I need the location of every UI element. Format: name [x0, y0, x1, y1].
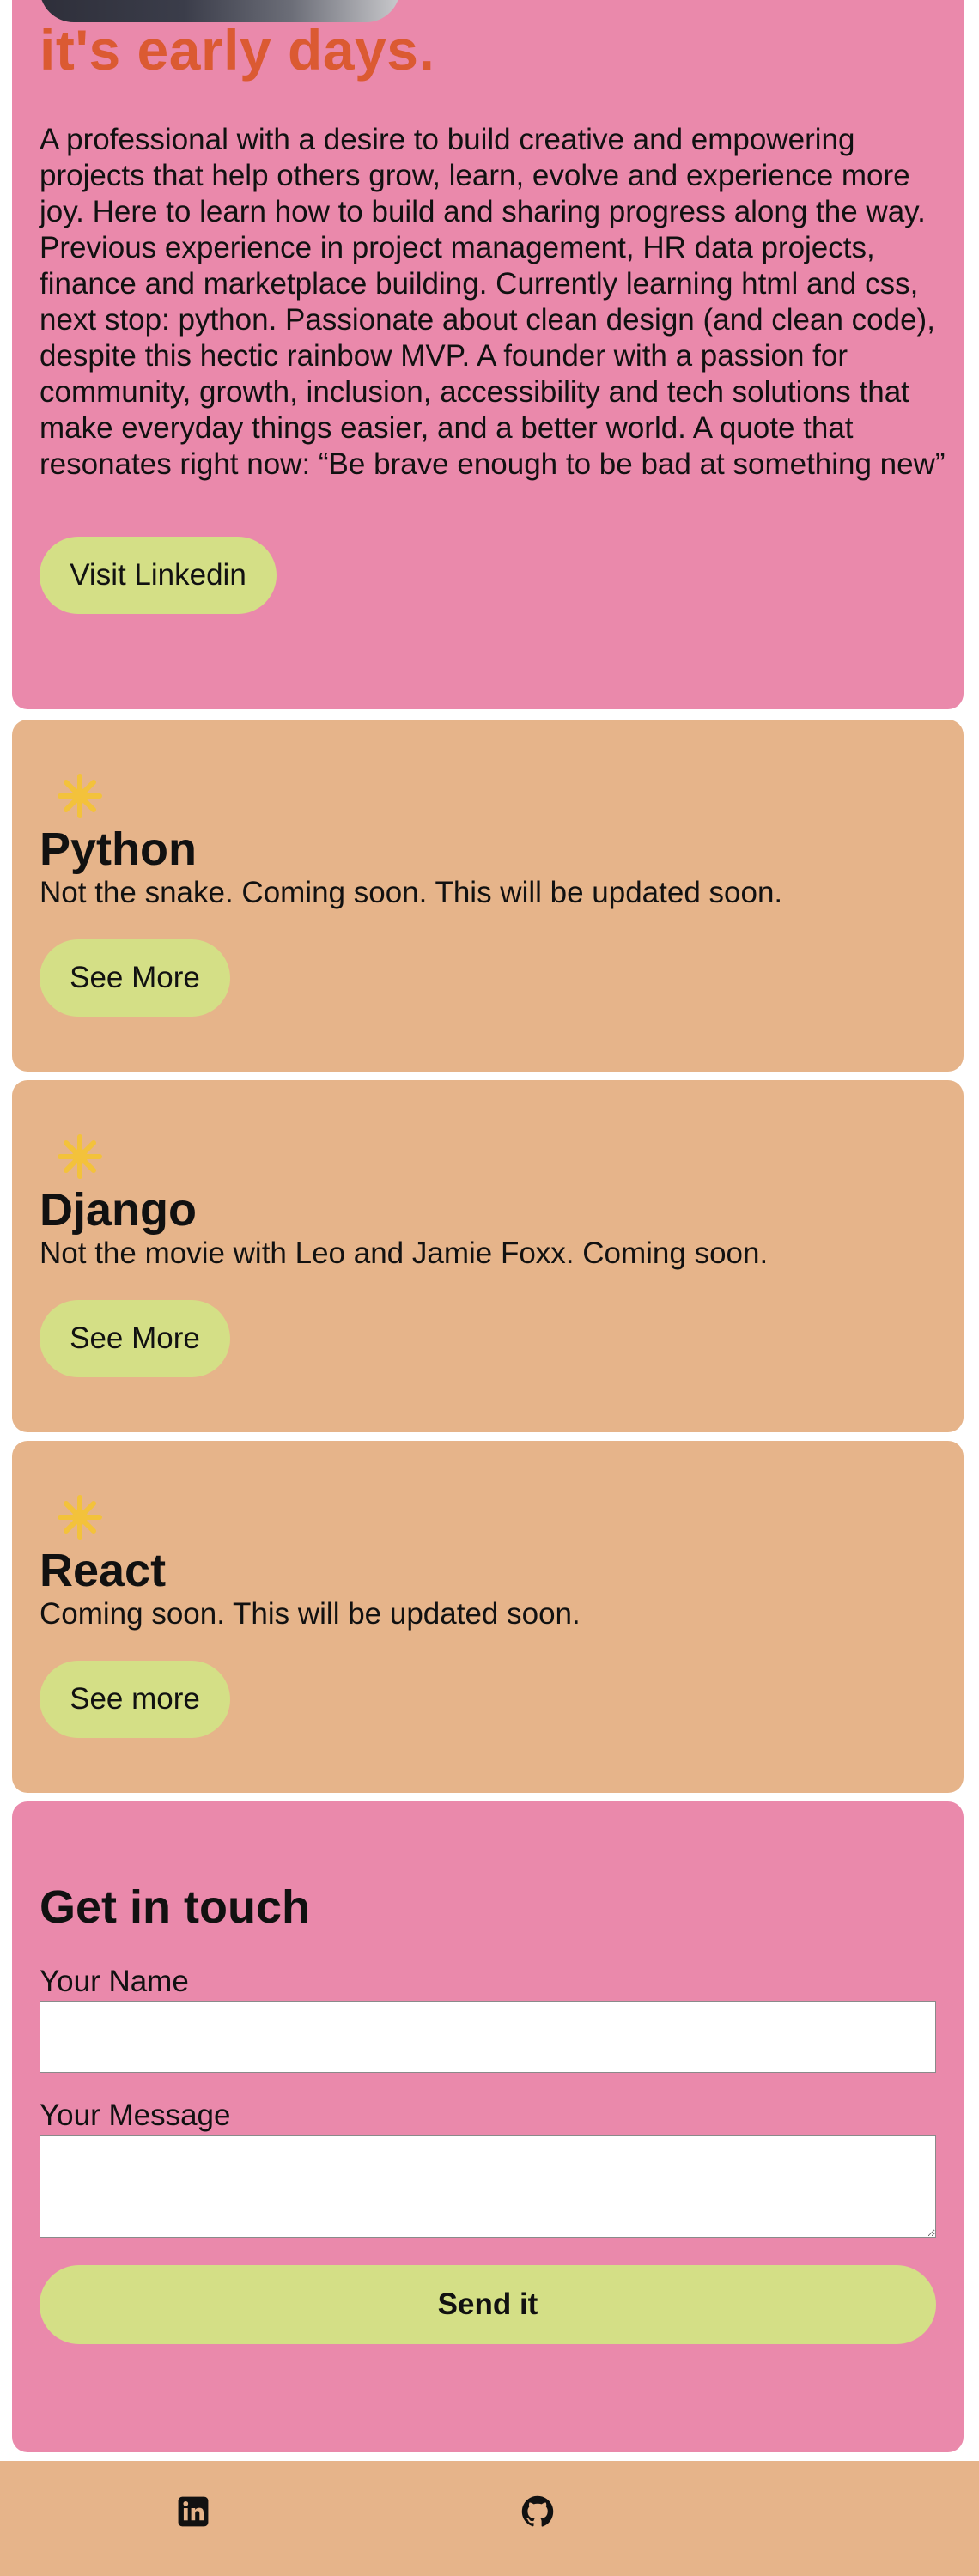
contact-heading: Get in touch [40, 1881, 310, 1933]
footer [0, 2461, 979, 2576]
hero-title: it's early days. [40, 18, 435, 82]
sparkle-icon [58, 774, 102, 818]
react-see-more-button[interactable]: See more [40, 1661, 230, 1738]
skill-card-django: Django Not the movie with Leo and Jamie … [12, 1080, 964, 1432]
message-textarea[interactable] [40, 2135, 936, 2238]
hero-bio: A professional with a desire to build cr… [40, 123, 946, 481]
skill-card-python: Python Not the snake. Coming soon. This … [12, 720, 964, 1072]
skill-description: Not the snake. Coming soon. This will be… [40, 876, 783, 909]
github-icon[interactable] [521, 2495, 554, 2528]
skill-description: Coming soon. This will be updated soon. [40, 1597, 581, 1631]
skill-title: Python [40, 823, 197, 875]
contact-section: Get in touch Your Name Your Message Send… [12, 1801, 964, 2452]
skill-description: Not the movie with Leo and Jamie Foxx. C… [40, 1236, 769, 1270]
sparkle-icon [58, 1134, 102, 1179]
linkedin-icon[interactable] [177, 2495, 210, 2528]
message-label: Your Message [40, 2099, 231, 2132]
skill-title: Django [40, 1184, 197, 1236]
send-button[interactable]: Send it [40, 2265, 936, 2344]
skill-card-react: React Coming soon. This will be updated … [12, 1441, 964, 1793]
hero-section: it's early days. A professional with a d… [12, 0, 964, 709]
django-see-more-button[interactable]: See More [40, 1300, 230, 1377]
sparkle-icon [58, 1495, 102, 1540]
name-input[interactable] [40, 2001, 936, 2073]
python-see-more-button[interactable]: See More [40, 939, 230, 1017]
visit-linkedin-button[interactable]: Visit Linkedin [40, 537, 277, 614]
name-label: Your Name [40, 1965, 189, 1998]
skill-title: React [40, 1545, 167, 1596]
